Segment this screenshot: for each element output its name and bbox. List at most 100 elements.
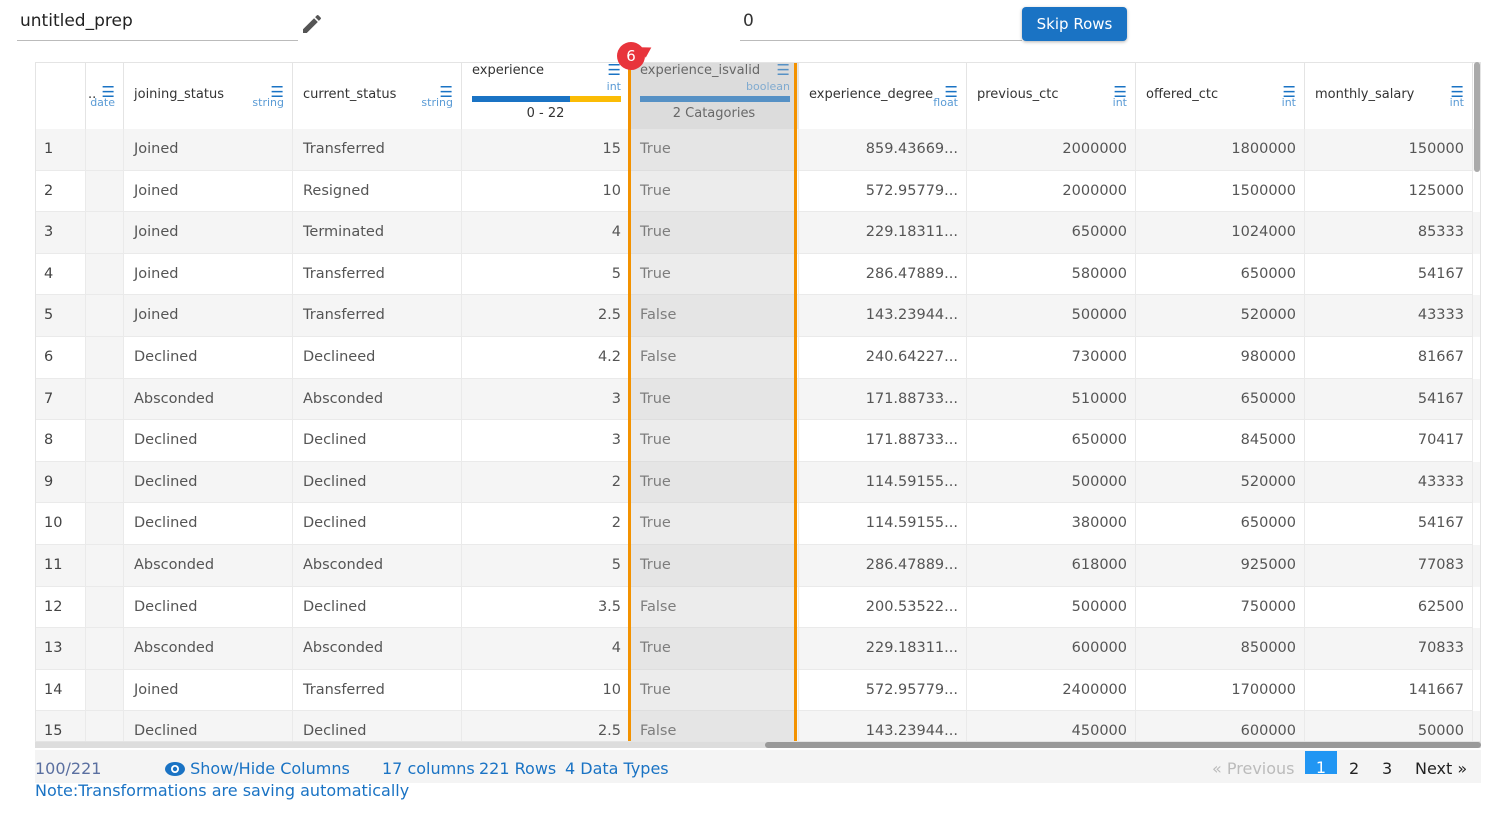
data-types-count: 4 Data Types bbox=[565, 759, 669, 778]
table-cell: Joined bbox=[124, 253, 293, 296]
column-header[interactable]: previous_ctc ☰ int bbox=[967, 63, 1136, 129]
pagination-next[interactable]: Next » bbox=[1415, 759, 1467, 778]
table-cell: 70417 bbox=[1305, 420, 1473, 462]
table-cell: 925000 bbox=[1136, 545, 1305, 587]
table-cell: 77083 bbox=[1305, 545, 1473, 587]
column-header[interactable]: experience_isvalid ☰ boolean 2 Catagorie… bbox=[630, 63, 799, 129]
table-cell: 650000 bbox=[967, 420, 1136, 462]
table-cell: 2 bbox=[36, 170, 86, 213]
table-row[interactable]: 10 Declined Declined 2 True 114.59155... 38000… bbox=[36, 503, 1480, 545]
table-cell: 143.23944... bbox=[799, 295, 967, 337]
page-2[interactable]: 2 bbox=[1349, 759, 1359, 778]
table-row[interactable]: 2 Joined Resigned 10 True 572.95779... 2000000… bbox=[36, 170, 1480, 213]
table-row[interactable]: 13 Absconded Absconded 4 True 229.18311... 600… bbox=[36, 628, 1480, 670]
scrollbar-thumb[interactable] bbox=[765, 742, 1481, 748]
table-cell: 10 bbox=[462, 170, 630, 213]
horizontal-scrollbar[interactable] bbox=[35, 742, 1481, 748]
table-cell bbox=[86, 669, 124, 712]
table-cell: 3.5 bbox=[462, 586, 630, 629]
table-cell: 114.59155... bbox=[799, 461, 967, 504]
table-row[interactable]: 14 Joined Transferred 10 True 572.95779... 240… bbox=[36, 669, 1480, 712]
column-header[interactable]: monthly_salary ☰ int bbox=[1305, 63, 1473, 129]
show-hide-label: Show/Hide Columns bbox=[190, 759, 350, 778]
skip-rows-button[interactable]: Skip Rows bbox=[1022, 7, 1127, 41]
table-row[interactable]: 15 Declined Declined 2.5 False 143.23944... 45… bbox=[36, 711, 1480, 741]
table-cell: 150000 bbox=[1305, 129, 1473, 171]
table-cell bbox=[86, 545, 124, 587]
column-header[interactable]: experience ☰ int 0 - 22 bbox=[462, 63, 630, 129]
table-cell: 3 bbox=[462, 378, 630, 421]
table-cell: 171.88733... bbox=[799, 378, 967, 421]
pencil-icon[interactable] bbox=[300, 12, 324, 36]
table-cell: 2 bbox=[462, 503, 630, 545]
table-cell: True bbox=[630, 503, 799, 545]
table-cell: 500000 bbox=[967, 461, 1136, 504]
table-cell: 5 bbox=[462, 545, 630, 587]
table-cell: 229.18311... bbox=[799, 628, 967, 670]
table-cell: Transferred bbox=[293, 129, 462, 171]
table-cell bbox=[86, 129, 124, 171]
table-cell: 43333 bbox=[1305, 295, 1473, 337]
column-header[interactable]: experience_degree ☰ float bbox=[799, 63, 967, 129]
table-cell: Transferred bbox=[293, 295, 462, 337]
table-cell: Joined bbox=[124, 212, 293, 254]
distribution-bar bbox=[640, 96, 790, 102]
table-row[interactable]: 11 Absconded Absconded 5 True 286.47889... 618… bbox=[36, 545, 1480, 587]
prep-name-input[interactable]: untitled_prep bbox=[17, 8, 298, 41]
column-name: experience_degree bbox=[809, 87, 934, 102]
column-type: float bbox=[933, 96, 958, 109]
table-row[interactable]: 12 Declined Declined 3.5 False 200.53522... 50… bbox=[36, 586, 1480, 629]
table-cell: 81667 bbox=[1305, 337, 1473, 379]
table-cell: 54167 bbox=[1305, 378, 1473, 421]
table-cell: 500000 bbox=[967, 295, 1136, 337]
table-cell bbox=[86, 586, 124, 629]
vertical-scrollbar[interactable] bbox=[1474, 62, 1480, 172]
table-cell: 980000 bbox=[1136, 337, 1305, 379]
show-hide-columns-button[interactable]: Show/Hide Columns bbox=[165, 759, 350, 778]
column-menu-icon[interactable]: ☰ bbox=[777, 63, 790, 79]
table-cell: 572.95779... bbox=[799, 669, 967, 712]
table-cell: 5 bbox=[462, 253, 630, 296]
table-cell: 15 bbox=[36, 711, 86, 741]
table-cell: 1024000 bbox=[1136, 212, 1305, 254]
table-row[interactable]: 8 Declined Declined 3 True 171.88733... 650000… bbox=[36, 420, 1480, 462]
table-row[interactable]: 6 Declined Declineed 4.2 False 240.64227... 73… bbox=[36, 337, 1480, 379]
table-cell: 7 bbox=[36, 378, 86, 421]
table-row[interactable]: 4 Joined Transferred 5 True 286.47889... 58000… bbox=[36, 253, 1480, 296]
table-cell: 650000 bbox=[1136, 503, 1305, 545]
table-row[interactable]: 9 Declined Declined 2 True 114.59155... 500000… bbox=[36, 461, 1480, 504]
table-cell: Joined bbox=[124, 669, 293, 712]
table-cell: Absconded bbox=[124, 545, 293, 587]
table-cell bbox=[86, 337, 124, 379]
table-cell: 286.47889... bbox=[799, 253, 967, 296]
column-type: string bbox=[252, 96, 284, 109]
pagination-prev[interactable]: « Previous bbox=[1212, 759, 1295, 778]
table-cell: Joined bbox=[124, 129, 293, 171]
table-row[interactable]: 5 Joined Transferred 2.5 False 143.23944... 50… bbox=[36, 295, 1480, 337]
table-cell: Absconded bbox=[293, 378, 462, 421]
table-cell: 286.47889... bbox=[799, 545, 967, 587]
table-cell: True bbox=[630, 669, 799, 712]
column-header[interactable]: joining_status ☰ string bbox=[124, 63, 293, 129]
table-cell: True bbox=[630, 420, 799, 462]
table-cell: 750000 bbox=[1136, 586, 1305, 629]
table-row[interactable]: 1 Joined Transferred 15 True 859.43669... 2000… bbox=[36, 129, 1480, 171]
table-cell: 229.18311... bbox=[799, 212, 967, 254]
column-header[interactable]: current_status ☰ string bbox=[293, 63, 462, 129]
table-row[interactable]: 3 Joined Terminated 4 True 229.18311... 650000… bbox=[36, 212, 1480, 254]
page-1[interactable]: 1 bbox=[1305, 751, 1337, 777]
column-header[interactable]: offered_ctc ☰ int bbox=[1136, 63, 1305, 129]
table-cell: Absconded bbox=[293, 545, 462, 587]
table-cell: 125000 bbox=[1305, 170, 1473, 213]
page-3[interactable]: 3 bbox=[1382, 759, 1392, 778]
table-row[interactable]: 7 Absconded Absconded 3 True 171.88733... 5100… bbox=[36, 378, 1480, 421]
header-rownum bbox=[36, 63, 86, 129]
column-count: 17 columns bbox=[382, 759, 475, 778]
table-cell: 730000 bbox=[967, 337, 1136, 379]
table-cell: Declined bbox=[124, 586, 293, 629]
grid-footer: 100/221 Show/Hide Columns 17 columns 221… bbox=[35, 750, 1481, 783]
column-header[interactable]: .. ☰ date bbox=[86, 63, 124, 129]
skip-rows-input[interactable]: 0 bbox=[740, 8, 1022, 41]
table-cell bbox=[86, 461, 124, 504]
table-cell: False bbox=[630, 586, 799, 629]
